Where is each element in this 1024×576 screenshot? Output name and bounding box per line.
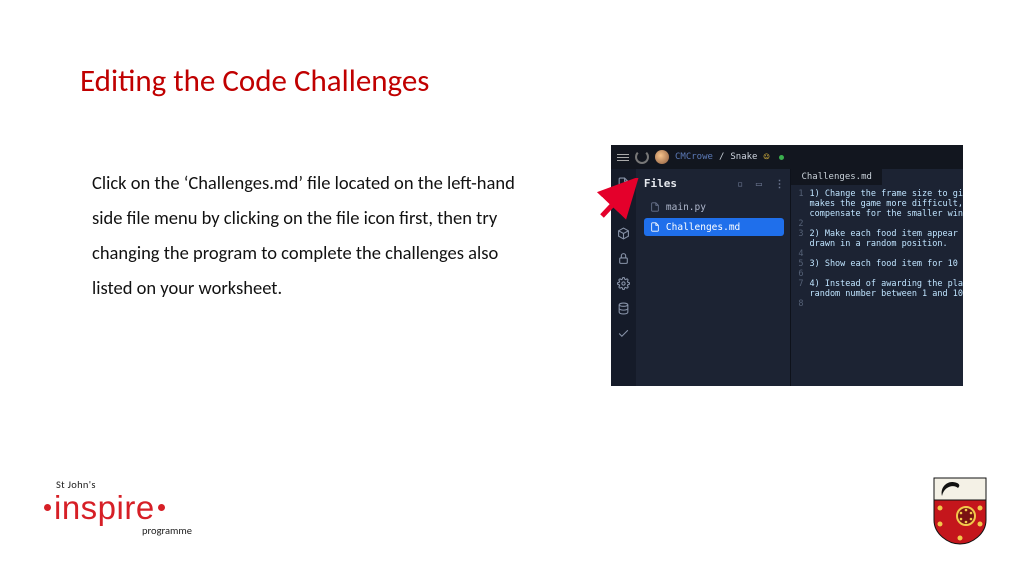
file-item-label: main.py bbox=[666, 202, 706, 213]
new-folder-icon[interactable]: ▭ bbox=[756, 179, 762, 190]
ide-topbar: CMCrowe / Snake ☺ bbox=[611, 145, 963, 169]
ide-sidebar-rail bbox=[611, 169, 636, 386]
college-crest-icon bbox=[932, 476, 988, 546]
status-dot-icon bbox=[779, 155, 784, 160]
slide-title: Editing the Code Challenges bbox=[80, 62, 429, 100]
editor-pane: Challenges.md 11) Change the frame size … bbox=[790, 169, 963, 386]
breadcrumb-project: Snake bbox=[730, 152, 757, 162]
check-icon[interactable] bbox=[617, 327, 630, 340]
logo-dot-icon bbox=[44, 504, 51, 511]
files-panel: Files ▫ ▭ ⋮ main.py Challenges.md bbox=[636, 169, 791, 386]
logo-dot-icon bbox=[158, 504, 165, 511]
breadcrumb-user: CMCrowe bbox=[675, 152, 713, 162]
body-paragraph: Click on the ‘Challenges.md’ file locate… bbox=[92, 165, 532, 306]
emoji-icon: ☺ bbox=[763, 152, 769, 163]
more-icon[interactable]: ⋮ bbox=[774, 179, 784, 190]
gear-icon[interactable] bbox=[617, 277, 630, 290]
breadcrumb-sep: / bbox=[719, 152, 724, 162]
editor-tab[interactable]: Challenges.md bbox=[791, 169, 881, 185]
ide-screenshot: CMCrowe / Snake ☺ Files ▫ ▭ bbox=[611, 145, 963, 386]
file-item-main[interactable]: main.py bbox=[644, 198, 785, 216]
database-icon[interactable] bbox=[617, 302, 630, 315]
branch-icon[interactable] bbox=[617, 202, 630, 215]
hamburger-icon bbox=[617, 154, 629, 161]
avatar-icon bbox=[655, 150, 669, 164]
new-file-icon[interactable]: ▫ bbox=[737, 179, 743, 190]
lock-icon[interactable] bbox=[617, 252, 630, 265]
files-header-label: Files bbox=[644, 177, 677, 190]
package-icon[interactable] bbox=[617, 227, 630, 240]
replit-logo-icon bbox=[635, 150, 649, 164]
logo-wordmark: inspire bbox=[54, 491, 155, 524]
file-item-label: Challenges.md bbox=[666, 222, 740, 233]
inspire-logo: St John's inspire programme bbox=[44, 478, 204, 537]
file-item-challenges[interactable]: Challenges.md bbox=[644, 218, 785, 236]
slide: Editing the Code Challenges Click on the… bbox=[0, 0, 1024, 576]
file-icon[interactable] bbox=[617, 177, 630, 190]
